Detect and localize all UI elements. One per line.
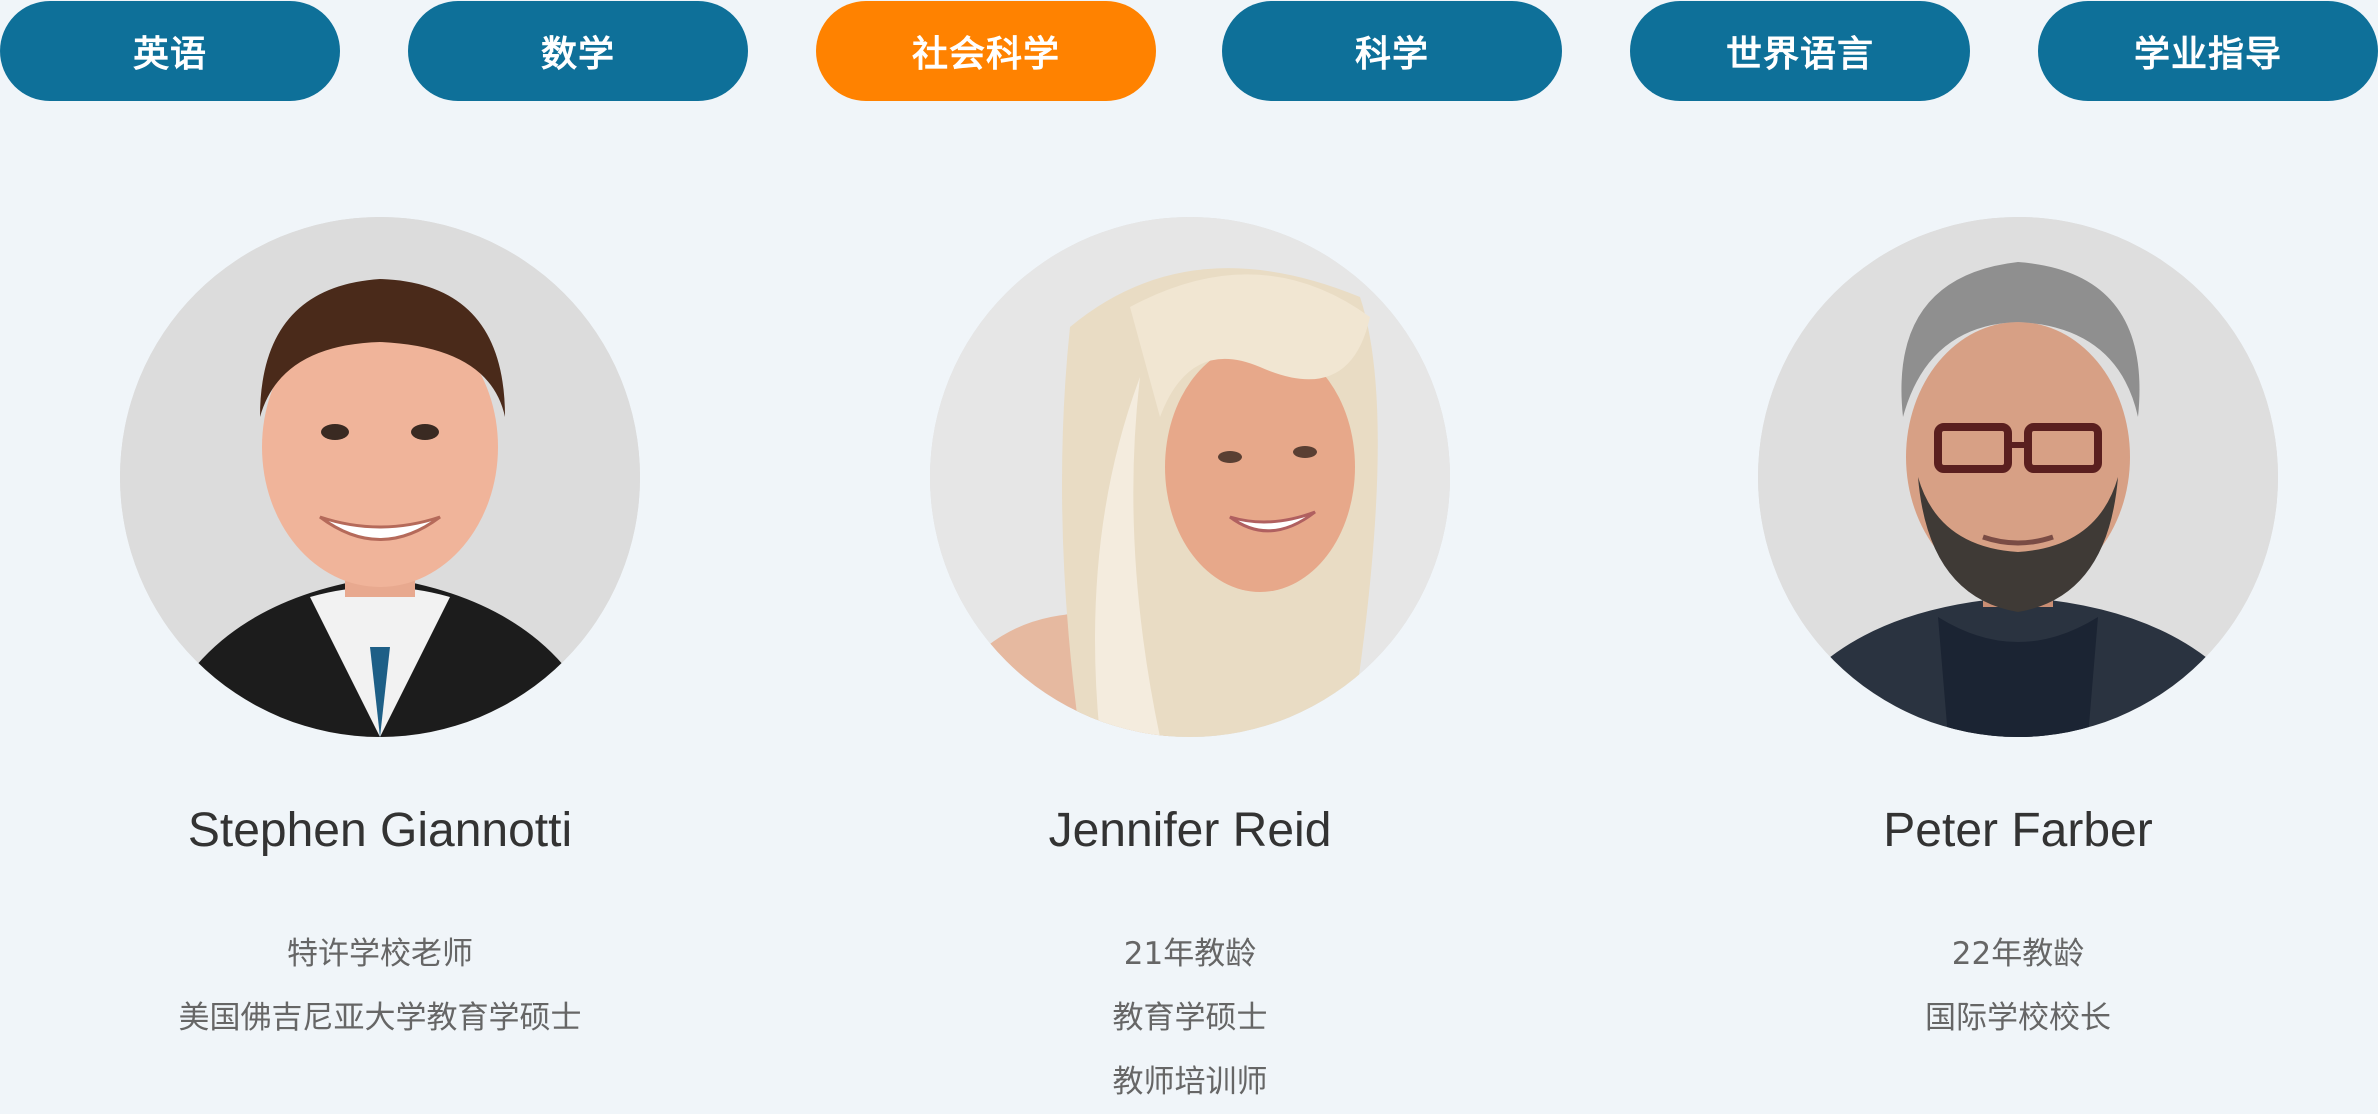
teacher-detail: 22年教龄: [1951, 936, 2085, 972]
tab-social-science[interactable]: 社会科学: [816, 1, 1156, 101]
teacher-card: Jennifer Reid 21年教龄 教育学硕士 教师培训师: [840, 217, 1540, 1104]
portrait-photo-icon: [120, 217, 640, 737]
teacher-details: 22年教龄 国际学校校长: [1668, 922, 2368, 1050]
teacher-details: 特许学校老师 美国佛吉尼亚大学教育学硕士: [30, 922, 730, 1050]
teacher-detail: 教育学硕士: [1112, 1000, 1268, 1036]
teacher-detail: 特许学校老师: [287, 936, 473, 972]
portrait-photo-icon: [930, 217, 1450, 737]
subject-tabs: 英语 数学 社会科学 科学 世界语言 学业指导: [0, 1, 2378, 101]
teacher-name: Peter Farber: [1883, 804, 2153, 857]
tab-academic-guidance[interactable]: 学业指导: [2038, 1, 2378, 101]
teacher-photo: [1758, 217, 2278, 737]
portrait-photo-icon: [1758, 217, 2278, 737]
teacher-photo: [120, 217, 640, 737]
teacher-card: Peter Farber 22年教龄 国际学校校长: [1668, 217, 2368, 1104]
teacher-detail: 国际学校校长: [1925, 1000, 2111, 1036]
teacher-details: 21年教龄 教育学硕士 教师培训师: [840, 922, 1540, 1114]
teacher-name: Stephen Giannotti: [187, 804, 573, 857]
teacher-detail: 21年教龄: [1123, 936, 1257, 972]
teacher-card: Stephen Giannotti 特许学校老师 美国佛吉尼亚大学教育学硕士: [30, 217, 730, 1104]
tab-math[interactable]: 数学: [408, 1, 748, 101]
teacher-detail: 美国佛吉尼亚大学教育学硕士: [178, 1000, 582, 1036]
teacher-name: Jennifer Reid: [1048, 804, 1332, 857]
tab-english[interactable]: 英语: [0, 1, 340, 101]
teacher-photo: [930, 217, 1450, 737]
teacher-detail: 教师培训师: [1112, 1064, 1268, 1100]
tab-world-languages[interactable]: 世界语言: [1630, 1, 1970, 101]
tab-science[interactable]: 科学: [1222, 1, 1562, 101]
